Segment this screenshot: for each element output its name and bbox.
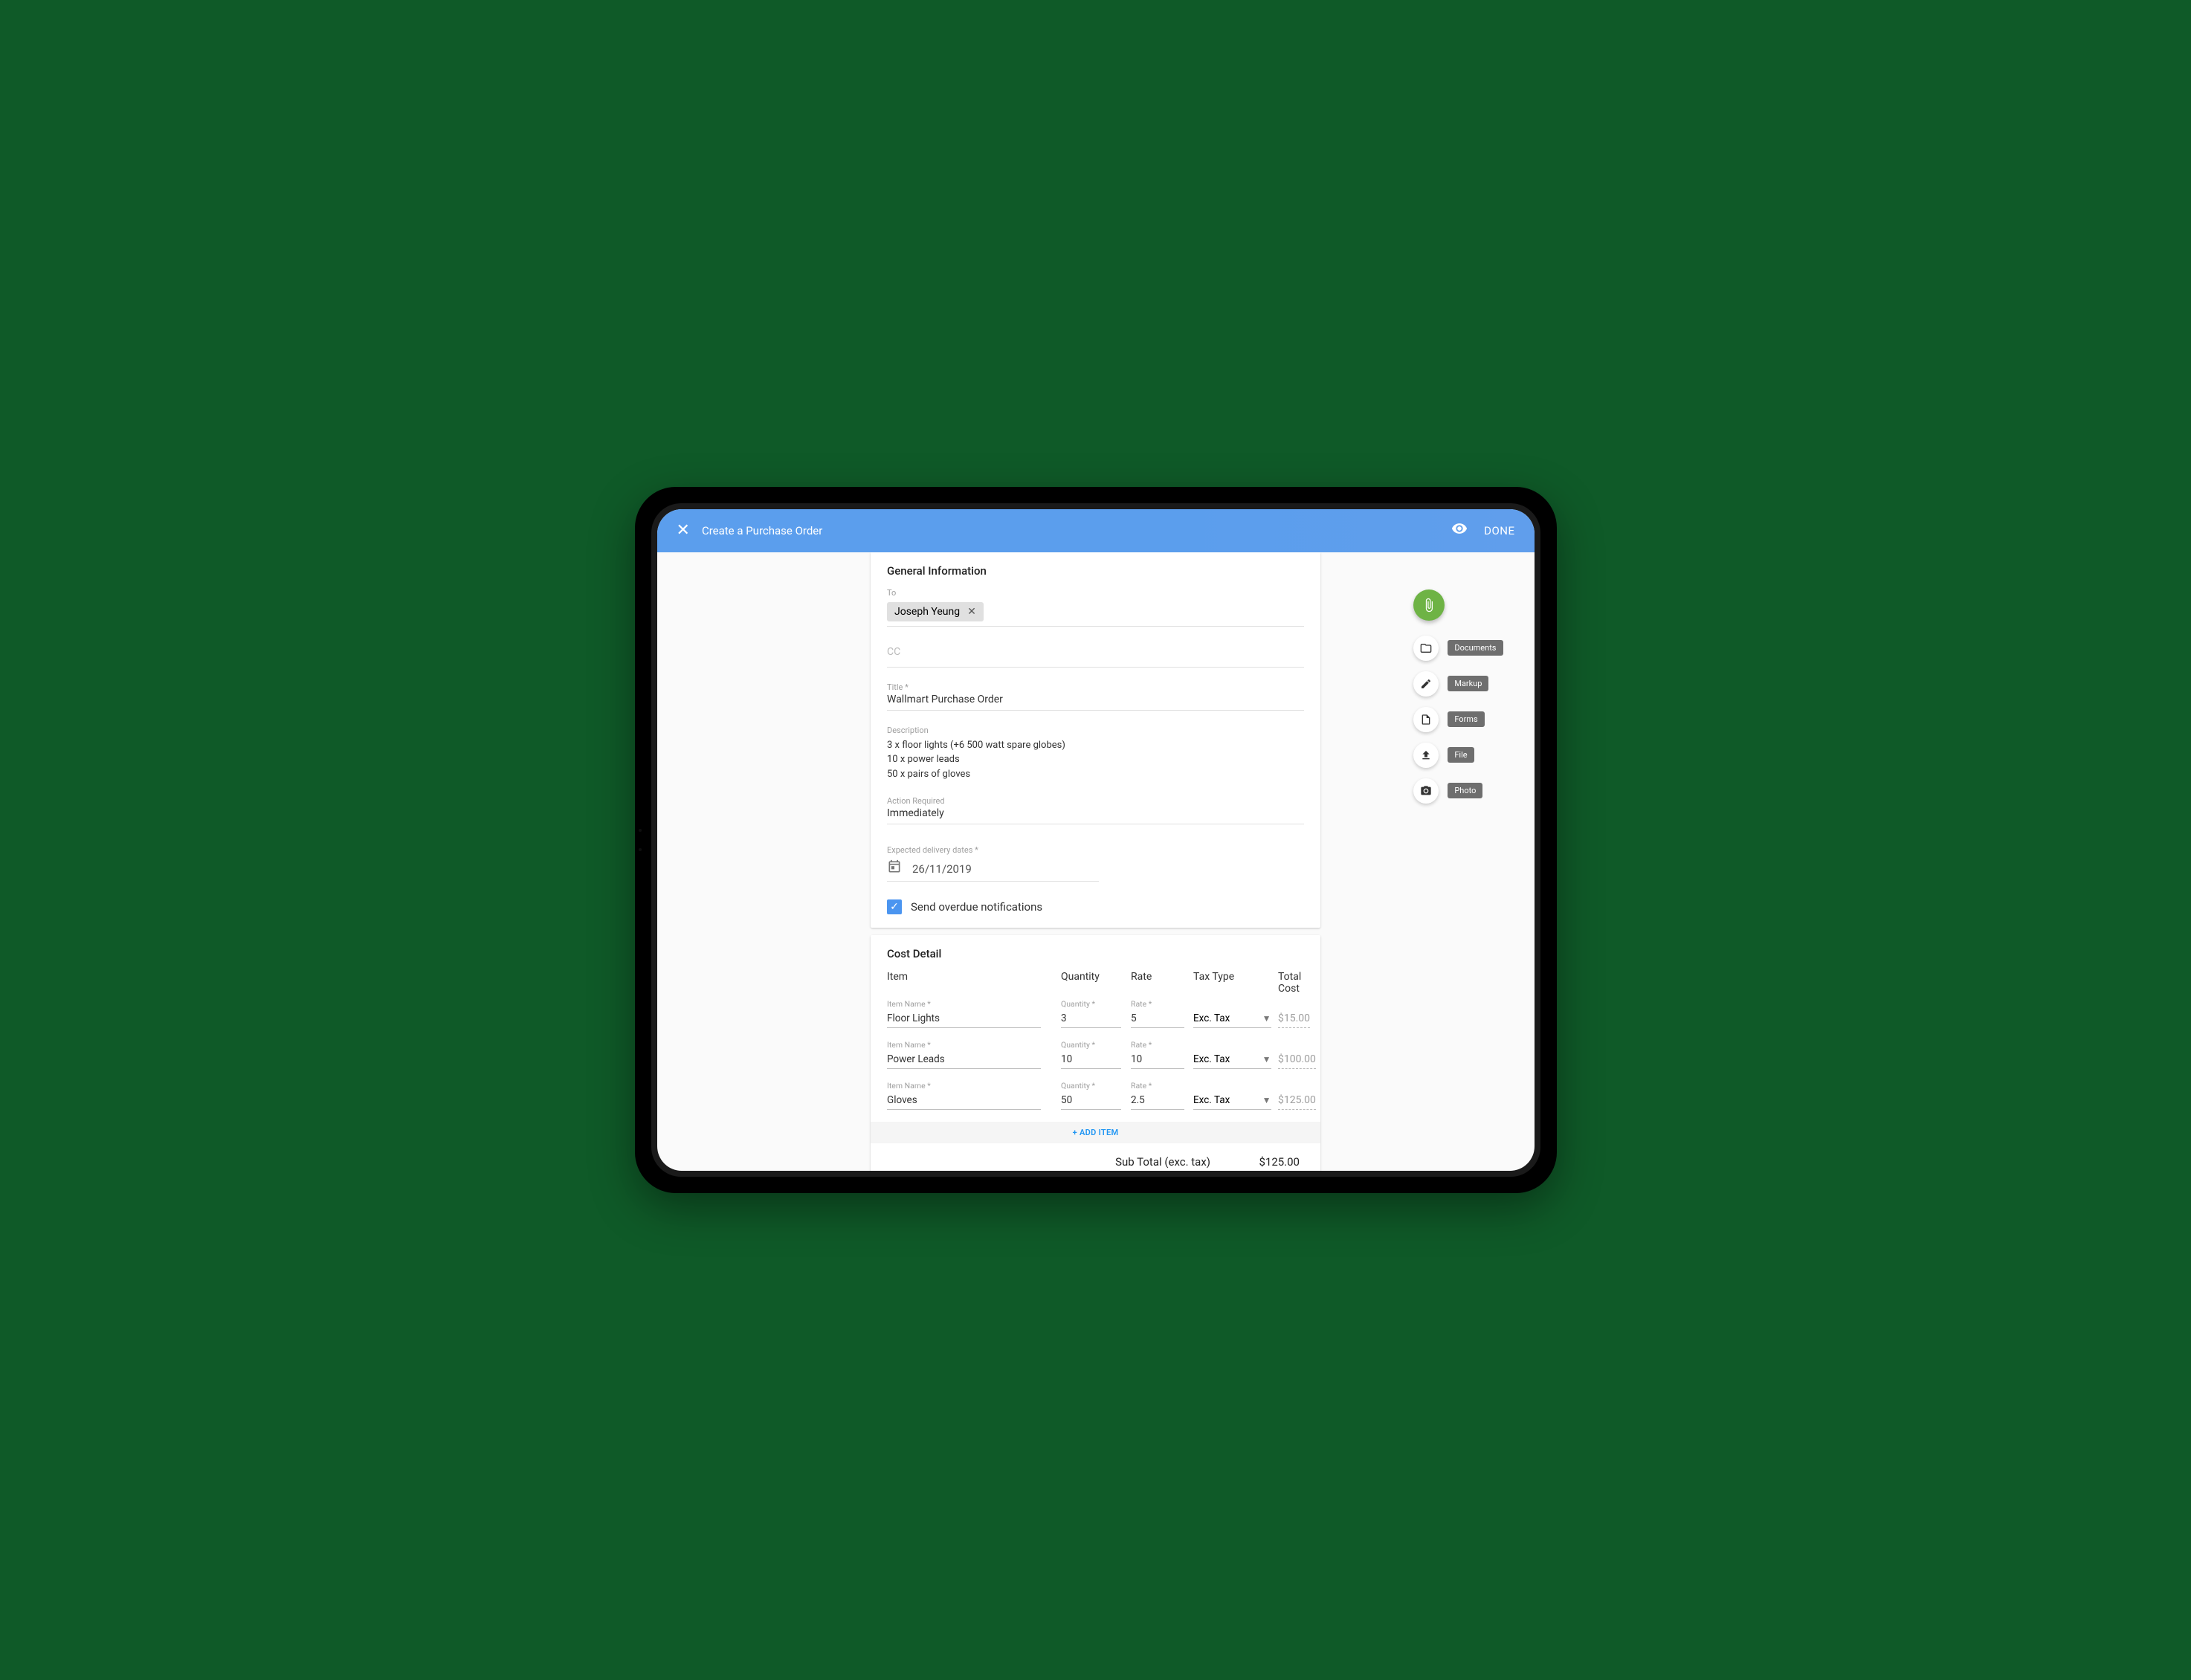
col-tax: Tax Type bbox=[1193, 971, 1275, 995]
pencil-icon bbox=[1420, 678, 1432, 690]
action-required-field[interactable]: Action Required Immediately bbox=[887, 796, 1304, 824]
item-name-label: Item Name * bbox=[887, 1081, 1058, 1091]
title-label: Title * bbox=[887, 682, 1304, 692]
app-screen: ✕ Create a Purchase Order DONE General I… bbox=[657, 509, 1535, 1172]
row-total: $15.00 bbox=[1278, 1012, 1310, 1028]
col-qty: Quantity bbox=[1061, 971, 1128, 995]
col-rate: Rate bbox=[1131, 971, 1190, 995]
side-label: Markup bbox=[1448, 676, 1488, 691]
tax-type-select[interactable]: Exc. Tax ▼ bbox=[1193, 1011, 1271, 1028]
checkbox-checked-icon[interactable]: ✓ bbox=[887, 899, 902, 914]
side-item-file[interactable]: File bbox=[1413, 743, 1474, 768]
app-header: ✕ Create a Purchase Order DONE bbox=[657, 509, 1535, 552]
paperclip-icon bbox=[1422, 598, 1436, 613]
description-field[interactable]: Description 3 x floor lights (+6 500 wat… bbox=[887, 726, 1304, 782]
cc-label: CC bbox=[887, 642, 1304, 662]
rate-label: Rate * bbox=[1131, 999, 1190, 1009]
qty-input[interactable] bbox=[1061, 1052, 1121, 1069]
to-field[interactable]: To Joseph Yeung ✕ bbox=[887, 588, 1304, 627]
calendar-icon[interactable] bbox=[887, 859, 902, 878]
rate-input[interactable] bbox=[1131, 1011, 1184, 1028]
col-item: Item bbox=[887, 971, 1058, 995]
tax-type-select[interactable]: Exc. Tax ▼ bbox=[1193, 1052, 1271, 1069]
rate-input[interactable] bbox=[1131, 1093, 1184, 1110]
attachment-side-panel: Documents Markup Forms File bbox=[1413, 589, 1503, 804]
chip-remove-icon[interactable]: ✕ bbox=[967, 606, 976, 618]
to-label: To bbox=[887, 588, 1304, 598]
chevron-down-icon: ▼ bbox=[1262, 1095, 1271, 1105]
tax-value: Exc. Tax bbox=[1193, 1012, 1230, 1024]
side-item-documents[interactable]: Documents bbox=[1413, 636, 1503, 661]
desc-line: 3 x floor lights (+6 500 watt spare glob… bbox=[887, 738, 1304, 753]
date-label: Expected delivery dates * bbox=[887, 845, 1304, 855]
cc-field[interactable]: CC bbox=[887, 642, 1304, 668]
cost-row: Item Name * Quantity * Rate * Exc. bbox=[887, 1081, 1304, 1110]
upload-icon bbox=[1420, 749, 1432, 761]
preview-icon[interactable] bbox=[1451, 520, 1468, 540]
cost-heading: Cost Detail bbox=[887, 947, 1304, 960]
side-label: Documents bbox=[1448, 640, 1503, 656]
row-total: $125.00 bbox=[1278, 1094, 1316, 1110]
qty-label: Quantity * bbox=[1061, 999, 1128, 1009]
tablet-device-frame: ✕ Create a Purchase Order DONE General I… bbox=[635, 487, 1557, 1194]
description-label: Description bbox=[887, 726, 1304, 735]
totals-section: Sub Total (exc. tax) $125.00 Tax $12.50 … bbox=[887, 1143, 1304, 1171]
overdue-checkbox-row[interactable]: ✓ Send overdue notifications bbox=[887, 899, 1304, 914]
side-item-markup[interactable]: Markup bbox=[1413, 671, 1488, 697]
side-label: File bbox=[1448, 747, 1474, 763]
qty-label: Quantity * bbox=[1061, 1081, 1128, 1091]
tax-type-select[interactable]: Exc. Tax ▼ bbox=[1193, 1093, 1271, 1110]
item-name-input[interactable] bbox=[887, 1093, 1041, 1110]
side-item-photo[interactable]: Photo bbox=[1413, 778, 1482, 804]
device-speaker bbox=[639, 829, 642, 851]
recipient-name: Joseph Yeung bbox=[894, 606, 960, 618]
title-field[interactable]: Title * Wallmart Purchase Order bbox=[887, 682, 1304, 711]
item-name-label: Item Name * bbox=[887, 1040, 1058, 1050]
chevron-down-icon: ▼ bbox=[1262, 1013, 1271, 1024]
desc-line: 50 x pairs of gloves bbox=[887, 767, 1304, 782]
desc-line: 10 x power leads bbox=[887, 752, 1304, 767]
date-field[interactable]: Expected delivery dates * 26/11/2019 bbox=[887, 845, 1304, 882]
recipient-chip: Joseph Yeung ✕ bbox=[887, 602, 984, 621]
camera-icon bbox=[1420, 785, 1432, 797]
qty-input[interactable] bbox=[1061, 1011, 1121, 1028]
cost-row: Item Name * Quantity * Rate * Exc. bbox=[887, 1040, 1304, 1069]
general-info-card: General Information To Joseph Yeung ✕ CC bbox=[871, 552, 1320, 928]
page-title: Create a Purchase Order bbox=[702, 524, 822, 537]
rate-label: Rate * bbox=[1131, 1040, 1190, 1050]
tax-value: Exc. Tax bbox=[1193, 1094, 1230, 1106]
row-total: $100.00 bbox=[1278, 1053, 1316, 1069]
date-value: 26/11/2019 bbox=[912, 862, 972, 876]
item-name-label: Item Name * bbox=[887, 999, 1058, 1009]
cost-columns-header: Item Quantity Rate Tax Type Total Cost bbox=[887, 971, 1304, 995]
cost-detail-card: Cost Detail Item Quantity Rate Tax Type … bbox=[871, 935, 1320, 1171]
action-label: Action Required bbox=[887, 796, 1304, 806]
side-label: Forms bbox=[1448, 711, 1484, 727]
document-icon bbox=[1420, 714, 1432, 726]
side-label: Photo bbox=[1448, 783, 1482, 798]
chevron-down-icon: ▼ bbox=[1262, 1054, 1271, 1064]
done-button[interactable]: DONE bbox=[1484, 524, 1514, 537]
tax-value: Exc. Tax bbox=[1193, 1053, 1230, 1065]
item-name-input[interactable] bbox=[887, 1052, 1041, 1069]
item-name-input[interactable] bbox=[887, 1011, 1041, 1028]
attach-fab-button[interactable] bbox=[1413, 589, 1445, 621]
folder-icon bbox=[1420, 642, 1432, 654]
qty-input[interactable] bbox=[1061, 1093, 1121, 1110]
qty-label: Quantity * bbox=[1061, 1040, 1128, 1050]
col-total: Total Cost bbox=[1278, 971, 1304, 995]
rate-input[interactable] bbox=[1131, 1052, 1184, 1069]
cost-row: Item Name * Quantity * Rate * Exc. bbox=[887, 999, 1304, 1028]
general-heading: General Information bbox=[887, 564, 1304, 578]
side-item-forms[interactable]: Forms bbox=[1413, 707, 1484, 732]
subtotal-value: $125.00 bbox=[1233, 1154, 1300, 1171]
action-value: Immediately bbox=[887, 807, 1304, 819]
title-value: Wallmart Purchase Order bbox=[887, 694, 1304, 705]
close-icon[interactable]: ✕ bbox=[677, 521, 690, 540]
rate-label: Rate * bbox=[1131, 1081, 1190, 1091]
subtotal-label: Sub Total (exc. tax) bbox=[891, 1154, 1233, 1171]
overdue-label: Send overdue notifications bbox=[911, 900, 1042, 914]
add-item-button[interactable]: + ADD ITEM bbox=[871, 1122, 1320, 1143]
